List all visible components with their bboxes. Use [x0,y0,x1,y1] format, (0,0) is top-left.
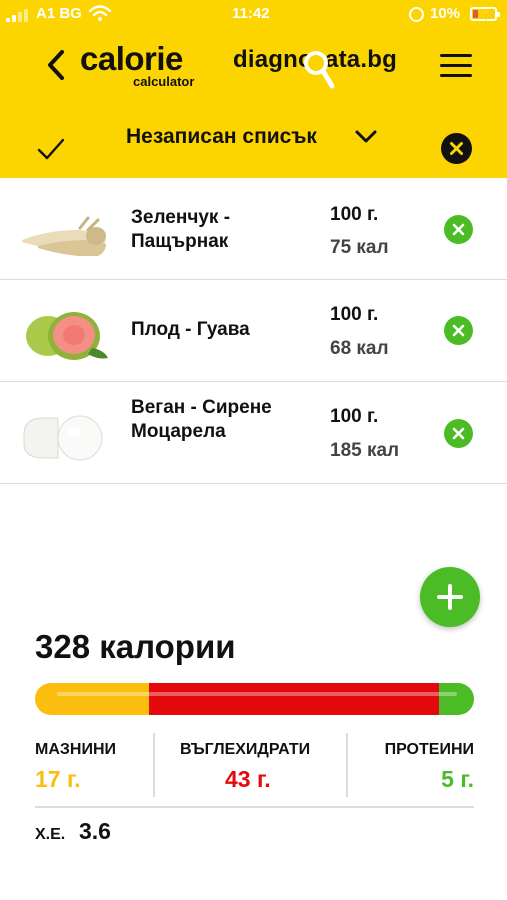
clear-list-button[interactable] [441,133,472,164]
clock: 11:42 [232,5,270,22]
orientation-lock-icon [409,7,424,22]
chevron-down-icon[interactable] [354,128,378,146]
close-icon [452,223,465,236]
close-icon [452,427,465,440]
bread-units-value: 3.6 [79,818,111,844]
mozzarella-image [23,415,103,461]
carrier-label: A1 BG [36,5,82,22]
logo-main-text: calorie [80,40,183,77]
carb-segment [149,683,439,715]
close-icon [450,142,463,155]
status-bar: A1 BG 11:42 10% ⚡ [0,0,507,30]
calorie-calculator-logo: calorie calculator [80,40,210,92]
food-calories: 75 кал [330,237,389,258]
macro-divider [346,733,348,797]
confirm-list-button[interactable] [36,136,66,162]
food-name: Веган - Сирене Моцарела [131,397,272,442]
protein-label: ПРОТЕИНИ [384,741,474,758]
bar-highlight [57,692,457,696]
food-quantity: 100 г. [330,204,379,225]
battery-label: 10% [430,5,461,22]
wifi-icon [89,5,111,21]
bread-units-label: Х.Е. [35,826,66,843]
summary-divider [35,806,474,808]
food-row[interactable]: Веган - Сирене Моцарела 100 г. 185 кал [0,382,507,484]
food-quantity: 100 г. [330,406,379,427]
add-food-button[interactable] [420,567,480,627]
food-quantity: 100 г. [330,304,379,325]
fat-segment [35,683,149,715]
protein-column: ПРОТЕИНИ 5 г. [368,733,474,797]
menu-button[interactable] [440,54,474,78]
food-row[interactable]: Плод - Гуава 100 г. 68 кал [0,280,507,382]
parsnip-image [22,216,106,256]
fat-label: МАЗНИНИ [35,741,117,758]
food-name: Плод - Гуава [131,319,250,340]
guava-image [26,312,108,360]
magnifier-icon [304,51,335,89]
carb-value: 43 г. [225,766,271,792]
total-calories: 328 калории [35,628,236,665]
remove-food-button[interactable] [444,419,473,448]
back-button[interactable] [42,48,72,82]
list-title[interactable]: Незаписан списък [126,125,317,149]
food-name: Зеленчук - Пащърнак [131,207,231,252]
battery-icon: ⚡ [470,7,500,21]
remove-food-button[interactable] [444,215,473,244]
signal-icon [6,8,30,22]
remove-food-button[interactable] [444,316,473,345]
carb-label: ВЪГЛЕХИДРАТИ [180,741,311,758]
logo-sub-text: calculator [133,74,195,89]
protein-segment [439,683,474,715]
food-row[interactable]: Зеленчук - Пащърнак 100 г. 75 кал [0,178,507,280]
protein-value: 5 г. [441,766,474,792]
plus-icon [437,584,463,610]
macro-distribution-bar [35,683,474,715]
food-calories: 185 кал [330,440,400,461]
fat-value: 17 г. [35,766,81,792]
close-icon [452,324,465,337]
macro-divider [153,733,155,797]
food-calories: 68 кал [330,338,389,359]
header: A1 BG 11:42 10% ⚡ calorie calculator dia… [0,0,507,178]
